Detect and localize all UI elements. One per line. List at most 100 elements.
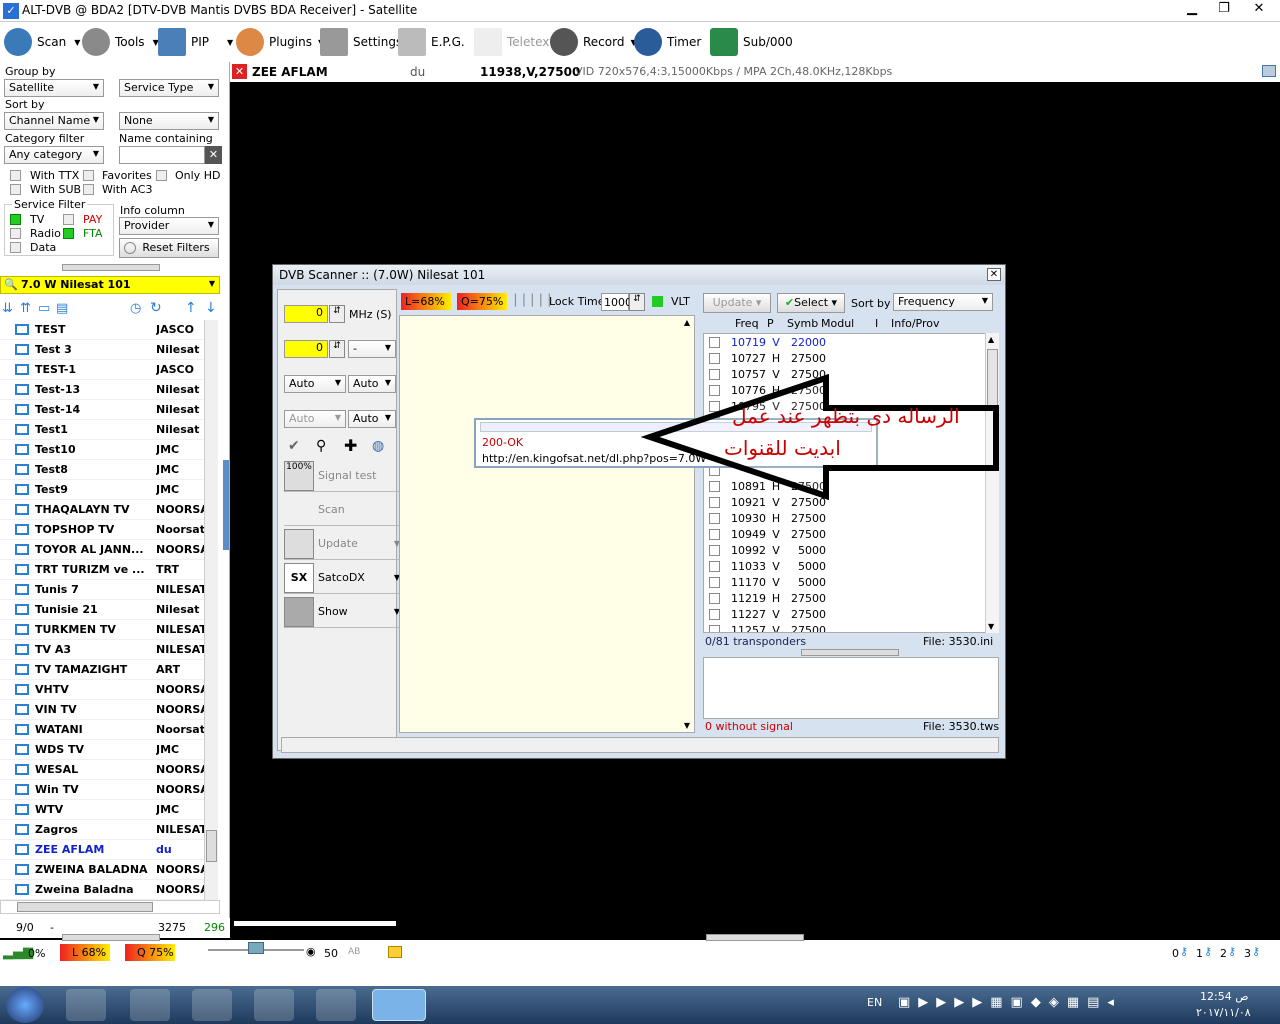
transponder-checkbox[interactable] xyxy=(709,512,720,524)
channel-row[interactable]: Zagros NILESAT xyxy=(0,820,218,840)
transponder-row[interactable]: 10992 V 5000 xyxy=(704,542,998,558)
sort-by-select[interactable]: Channel Name xyxy=(4,112,104,130)
log-scroll-down[interactable]: ▼ xyxy=(684,721,690,730)
transponder-checkbox[interactable] xyxy=(709,336,720,348)
channel-row[interactable]: TURKMEN TV NILESAT xyxy=(0,620,218,640)
settings-button[interactable]: Settings xyxy=(320,26,402,58)
explorer-task[interactable] xyxy=(130,989,170,1021)
speaker-icon[interactable]: ◉ xyxy=(306,945,316,958)
start-button[interactable] xyxy=(6,987,44,1023)
transponder-checkbox[interactable] xyxy=(709,624,720,632)
tray-icons[interactable]: ▣▶▶▶▶▦▣◆◈▦▤◂ xyxy=(898,995,1122,1010)
add-icon[interactable]: ✚ xyxy=(344,436,357,455)
transponder-checkbox[interactable] xyxy=(709,608,720,620)
transponder-row[interactable]: 11170 V 5000 xyxy=(704,574,998,590)
channel-row[interactable]: Zweina Baladna NOORSA xyxy=(0,880,218,900)
tools-button[interactable]: Tools ▼ xyxy=(82,26,159,58)
key-slot-3[interactable]: 3 xyxy=(1244,947,1251,960)
channel-row[interactable]: ZEE AFLAM du xyxy=(0,840,218,860)
altdvb-task[interactable] xyxy=(372,989,426,1021)
service-type-select[interactable]: Service Type xyxy=(119,79,219,97)
signal-test-button[interactable]: 100% Signal test xyxy=(284,460,400,492)
transponder-checkbox[interactable] xyxy=(709,560,720,572)
ie-task[interactable] xyxy=(192,989,232,1021)
tp-scroll-down[interactable]: ▼ xyxy=(988,622,994,631)
timer-button[interactable]: Timer xyxy=(634,26,701,58)
scan-start-button[interactable]: Scan xyxy=(284,494,400,526)
channel-row[interactable]: WATANI Noorsat xyxy=(0,720,218,740)
with-ac3-checkbox[interactable] xyxy=(83,184,94,195)
transponder-checkbox[interactable] xyxy=(709,352,720,364)
tp-scroll-up[interactable]: ▲ xyxy=(988,335,994,344)
satellite-selector[interactable]: 🔍 7.0 W Nilesat 101 ▼ xyxy=(0,276,220,294)
pay-checkbox[interactable] xyxy=(63,214,74,225)
channel-row[interactable]: TV A3 NILESAT xyxy=(0,640,218,660)
transponder-row[interactable]: 11257 V 27500 xyxy=(704,622,998,632)
magnifier-icon[interactable]: ⚲ xyxy=(316,438,326,454)
sort-by2-select[interactable]: None xyxy=(119,112,219,130)
channel-row[interactable]: Test1 Nilesat L xyxy=(0,420,218,440)
update-button[interactable]: Update ▼ xyxy=(284,528,400,560)
volume-thumb[interactable] xyxy=(248,942,264,954)
channel-row[interactable]: WTV JMC xyxy=(0,800,218,820)
channel-row[interactable]: VIN TV NOORSA xyxy=(0,700,218,720)
log-scroll-up[interactable]: ▲ xyxy=(684,318,690,327)
channel-row[interactable]: Win TV NOORSA xyxy=(0,780,218,800)
channel-row[interactable]: Test10 JMC xyxy=(0,440,218,460)
tp-sort-select[interactable]: Frequency xyxy=(893,293,993,311)
polarity-select[interactable]: - xyxy=(348,340,396,358)
key-slot-1[interactable]: 1 xyxy=(1196,947,1203,960)
lock-time-spinner[interactable]: ⇵ xyxy=(629,293,645,311)
channel-row[interactable]: Tunis 7 NILESAT xyxy=(0,580,218,600)
group-by-select[interactable]: Satellite xyxy=(4,79,104,97)
scan-button[interactable]: Scan ▼ xyxy=(4,26,80,58)
channel-row[interactable]: THAQALAYN TV NOORSA xyxy=(0,500,218,520)
channel-row[interactable]: VHTV NOORSA xyxy=(0,680,218,700)
channel-row[interactable]: TEST JASCO xyxy=(0,320,218,340)
close-button[interactable]: ✕ xyxy=(1240,0,1278,20)
frequency-input[interactable]: 0 xyxy=(284,305,328,323)
symbol-spinner[interactable]: ⇵ xyxy=(329,340,345,358)
maximize-button[interactable]: ❐ xyxy=(1208,0,1240,20)
frequency-spinner[interactable]: ⇵ xyxy=(329,305,345,323)
transponder-row[interactable]: 10719 V 22000 xyxy=(704,334,998,350)
key-slot-2[interactable]: 2 xyxy=(1220,947,1227,960)
clear-icon[interactable]: ✕ xyxy=(205,146,222,164)
screen-icon[interactable] xyxy=(1262,65,1276,77)
channel-row[interactable]: Test9 JMC xyxy=(0,480,218,500)
channel-row[interactable]: Test8 JMC xyxy=(0,460,218,480)
auto-select-3[interactable]: Auto xyxy=(284,410,346,428)
channel-row[interactable]: TOPSHOP TV Noorsat xyxy=(0,520,218,540)
channel-list-scrollbar[interactable] xyxy=(204,320,218,900)
transponder-row[interactable]: 11219 H 27500 xyxy=(704,590,998,606)
language-indicator[interactable]: EN xyxy=(867,996,882,1009)
refresh-icon[interactable]: ↻ xyxy=(150,300,162,316)
fta-checkbox[interactable] xyxy=(63,228,74,239)
key-slot-0[interactable]: 0 xyxy=(1172,947,1179,960)
auto-select-4[interactable]: Auto xyxy=(348,410,396,428)
bottom-splitter-right[interactable] xyxy=(706,934,804,941)
scroll-thumb[interactable] xyxy=(206,830,217,862)
chrome-task[interactable] xyxy=(316,989,356,1021)
side-splitter[interactable] xyxy=(223,460,229,550)
hscroll-thumb[interactable] xyxy=(17,902,153,912)
with-sub-checkbox[interactable] xyxy=(10,184,21,195)
collapse-icon[interactable]: ⇊ xyxy=(2,301,13,316)
auto-select-2[interactable]: Auto xyxy=(348,375,396,393)
splitter-handle[interactable] xyxy=(62,264,160,271)
transponder-row[interactable]: 10949 V 27500 xyxy=(704,526,998,542)
epg-button[interactable]: E.P.G. xyxy=(398,26,465,58)
media-player-task[interactable] xyxy=(66,989,106,1021)
channel-row[interactable]: TEST-1 JASCO xyxy=(0,360,218,380)
channel-row[interactable]: WDS TV JMC xyxy=(0,740,218,760)
minimize-button[interactable]: ▁ xyxy=(1176,0,1208,20)
clock-icon[interactable]: ◷ xyxy=(130,301,141,316)
transponder-row[interactable]: 10930 H 27500 xyxy=(704,510,998,526)
horizontal-scrollbar[interactable] xyxy=(0,900,220,914)
reset-filters-button[interactable]: Reset Filters xyxy=(119,238,219,258)
pip-button[interactable]: PIP ▼ xyxy=(158,26,233,58)
sub-button[interactable]: Sub/000 xyxy=(710,26,793,58)
globe-icon[interactable]: ◍ xyxy=(372,438,384,454)
channel-row[interactable]: Test-14 Nilesat xyxy=(0,400,218,420)
symbol-input[interactable]: 0 xyxy=(284,340,328,358)
